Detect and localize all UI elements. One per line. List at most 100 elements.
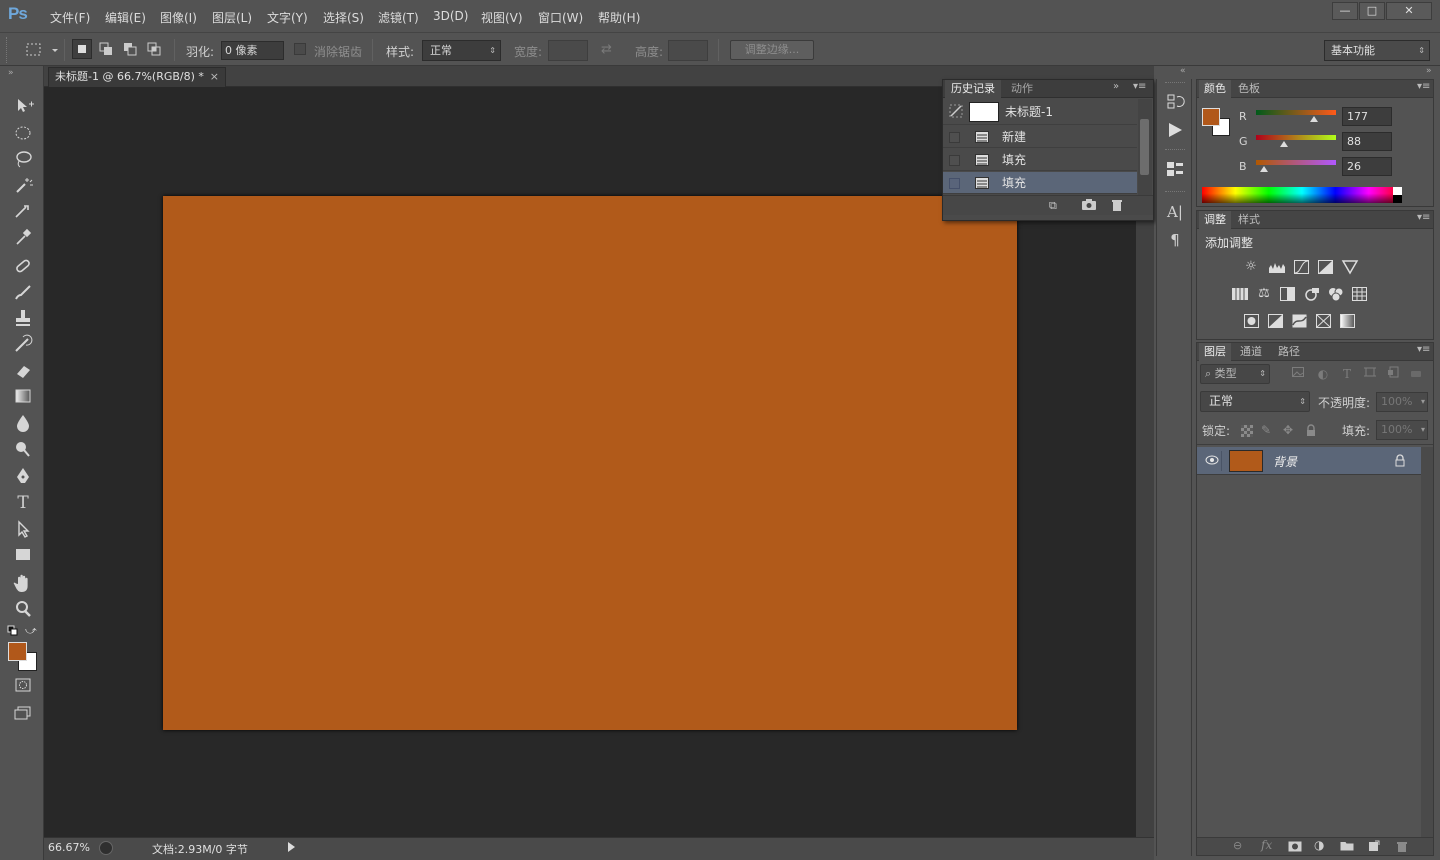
history-brush-source-icon[interactable] xyxy=(949,104,963,118)
play-actions-icon[interactable] xyxy=(1163,119,1187,141)
new-document-from-state-icon[interactable]: ⧉ xyxy=(1049,199,1057,213)
tab-paths[interactable]: 路径 xyxy=(1273,343,1305,361)
tab-channels[interactable]: 通道 xyxy=(1235,343,1267,361)
brush-icon[interactable] xyxy=(10,281,36,303)
options-grip[interactable] xyxy=(6,37,10,63)
history-brush-checkbox[interactable] xyxy=(949,178,960,189)
style-select[interactable]: 正常 ⇕ xyxy=(422,40,501,61)
green-slider[interactable] xyxy=(1256,135,1336,140)
tab-swatches[interactable]: 色板 xyxy=(1233,80,1265,98)
properties-panel-icon[interactable] xyxy=(1163,158,1187,180)
minimize-button[interactable]: — xyxy=(1332,2,1358,20)
red-slider[interactable] xyxy=(1256,110,1336,115)
lock-all-icon[interactable] xyxy=(1305,424,1317,437)
filter-shape-layers-icon[interactable] xyxy=(1363,366,1379,382)
black-white-icon[interactable] xyxy=(1279,286,1297,302)
selective-color-icon[interactable] xyxy=(1315,313,1333,329)
blue-slider[interactable] xyxy=(1256,160,1336,165)
layer-name[interactable]: 背景 xyxy=(1273,453,1297,470)
green-slider-thumb[interactable] xyxy=(1280,141,1288,147)
color-lookup-icon[interactable] xyxy=(1351,286,1369,302)
gradient-icon[interactable] xyxy=(10,385,36,407)
menu-image[interactable]: 图像(I) xyxy=(160,9,197,26)
red-slider-thumb[interactable] xyxy=(1310,116,1318,122)
swap-dimensions-icon[interactable]: ⇄ xyxy=(601,42,612,57)
chevron-down-icon[interactable]: ▾ xyxy=(1421,393,1425,411)
tab-history[interactable]: 历史记录 xyxy=(945,80,1001,98)
menu-select[interactable]: 选择(S) xyxy=(323,9,364,26)
magic-wand-icon[interactable] xyxy=(10,174,36,196)
path-selection-icon[interactable] xyxy=(10,518,36,540)
link-layers-icon[interactable]: ⊖ xyxy=(1233,839,1242,852)
maximize-button[interactable]: □ xyxy=(1359,2,1385,20)
lock-transparent-pixels-icon[interactable] xyxy=(1241,425,1253,437)
layer-filter-select[interactable]: ⌕ 类型 ⇕ xyxy=(1200,364,1270,384)
type-tool-icon[interactable]: T xyxy=(10,492,36,514)
hand-tool-icon[interactable] xyxy=(10,572,36,594)
lasso-icon[interactable] xyxy=(10,148,36,170)
height-input[interactable] xyxy=(668,40,708,61)
default-colors-icon[interactable] xyxy=(7,625,19,637)
document-tab[interactable]: 未标题-1 @ 66.7%(RGB/8) * × xyxy=(48,67,226,87)
tab-adjustments[interactable]: 调整 xyxy=(1199,211,1231,229)
layer-style-fx-icon[interactable]: fx xyxy=(1261,838,1272,852)
dodge-tool-icon[interactable] xyxy=(10,437,36,459)
opacity-input[interactable]: 100% ▾ xyxy=(1376,392,1428,412)
collapse-panel-icon[interactable]: » xyxy=(1113,81,1119,92)
clone-stamp-icon[interactable] xyxy=(10,307,36,329)
foreground-color-swatch[interactable] xyxy=(8,642,27,661)
layers-scrollbar[interactable] xyxy=(1421,447,1433,837)
gradient-map-icon[interactable] xyxy=(1339,313,1357,329)
eyedropper-icon[interactable] xyxy=(10,226,36,248)
layer-lock-icon[interactable] xyxy=(1394,454,1406,467)
screen-mode-icon[interactable] xyxy=(10,702,36,724)
width-input[interactable] xyxy=(548,40,588,61)
menu-layer[interactable]: 图层(L) xyxy=(212,9,252,26)
menu-window[interactable]: 窗口(W) xyxy=(538,9,583,26)
posterize-icon[interactable] xyxy=(1267,313,1285,329)
history-state-row-active[interactable]: 填充 xyxy=(943,172,1137,194)
history-state-row[interactable]: 填充 xyxy=(943,149,1137,171)
history-scrollbar[interactable] xyxy=(1138,99,1152,195)
photo-filter-icon[interactable] xyxy=(1303,286,1321,302)
refine-edge-button[interactable]: 调整边缘... xyxy=(730,40,814,60)
layer-row-background[interactable]: 背景 xyxy=(1197,447,1421,475)
expand-panels-icon[interactable]: « xyxy=(1180,66,1186,76)
visibility-eye-icon[interactable] xyxy=(1205,455,1219,465)
tab-actions[interactable]: 动作 xyxy=(1005,80,1039,98)
elliptical-marquee-icon[interactable] xyxy=(10,122,36,144)
antialias-checkbox[interactable] xyxy=(294,43,306,55)
history-brush-checkbox[interactable] xyxy=(949,132,960,143)
panel-menu-icon[interactable]: ▾≡ xyxy=(1133,81,1146,92)
filter-type-layers-icon[interactable]: T xyxy=(1339,366,1355,382)
curves-icon[interactable] xyxy=(1293,259,1311,275)
spectrum-white-swatch[interactable] xyxy=(1393,187,1402,195)
history-brush-icon[interactable] xyxy=(10,333,36,355)
color-balance-icon[interactable]: ⚖ xyxy=(1255,286,1273,302)
menu-view[interactable]: 视图(V) xyxy=(481,9,523,26)
quick-mask-icon[interactable] xyxy=(10,674,36,696)
zoom-tool-icon[interactable] xyxy=(10,598,36,620)
menu-file[interactable]: 文件(F) xyxy=(50,9,90,26)
zoom-level[interactable]: 66.67% xyxy=(48,841,90,854)
delete-layer-trash-icon[interactable] xyxy=(1396,840,1408,853)
camera-icon[interactable] xyxy=(1081,198,1097,211)
menu-help[interactable]: 帮助(H) xyxy=(598,9,640,26)
intersect-selection-icon[interactable] xyxy=(144,39,164,59)
pen-tool-icon[interactable] xyxy=(10,465,36,487)
lock-image-pixels-icon[interactable]: ✎ xyxy=(1261,423,1271,437)
feather-input[interactable]: 0 像素 xyxy=(221,41,284,60)
new-selection-icon[interactable] xyxy=(72,39,92,59)
new-group-folder-icon[interactable] xyxy=(1340,840,1354,851)
vibrance-icon[interactable] xyxy=(1341,259,1359,275)
close-tab-icon[interactable]: × xyxy=(210,68,219,86)
invert-icon[interactable] xyxy=(1243,313,1261,329)
status-info-icon[interactable] xyxy=(99,841,113,855)
color-spectrum-ramp[interactable] xyxy=(1202,187,1402,203)
color-panel-foreground-swatch[interactable] xyxy=(1202,108,1220,126)
trash-icon[interactable] xyxy=(1111,198,1123,212)
rectangle-tool-icon[interactable] xyxy=(10,544,36,566)
collapse-dock-icon[interactable]: » xyxy=(1426,66,1432,76)
spectrum-black-swatch[interactable] xyxy=(1393,195,1402,203)
filter-smart-objects-icon[interactable] xyxy=(1387,366,1403,382)
